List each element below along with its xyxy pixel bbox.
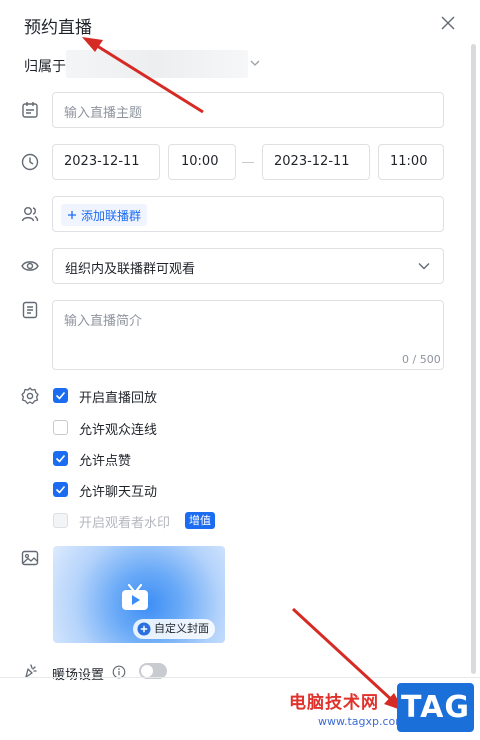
value-added-badge: 增值 bbox=[185, 512, 215, 529]
settings-icon bbox=[21, 387, 39, 405]
end-time-picker[interactable]: 11:00 bbox=[378, 144, 444, 180]
end-time-value: 11:00 bbox=[390, 154, 428, 169]
start-time-picker[interactable]: 10:00 bbox=[168, 144, 236, 180]
watermark-site-name: 电脑技术网 bbox=[289, 693, 379, 713]
intro-placeholder: 输入直播简介 bbox=[64, 314, 143, 329]
intro-textarea[interactable]: 输入直播简介 0 / 500 bbox=[52, 300, 444, 370]
scrollbar[interactable] bbox=[471, 44, 476, 674]
checkbox-likes[interactable] bbox=[53, 451, 68, 466]
plus-icon bbox=[68, 211, 76, 219]
tv-icon bbox=[122, 583, 148, 610]
eye-icon bbox=[21, 261, 39, 271]
check-icon bbox=[55, 391, 66, 400]
checkbox-audience-connect[interactable] bbox=[53, 420, 68, 435]
checkbox-chat[interactable] bbox=[53, 482, 68, 497]
watermark-url: www.tagxp.com bbox=[318, 715, 406, 728]
custom-cover-button[interactable]: 自定义封面 bbox=[133, 619, 215, 639]
check-icon bbox=[55, 485, 66, 494]
add-group-field: 添加联播群 bbox=[52, 196, 444, 232]
close-icon[interactable] bbox=[439, 14, 457, 32]
owner-label: 归属于 bbox=[24, 59, 66, 75]
option-label-likes[interactable]: 允许点赞 bbox=[79, 450, 131, 469]
option-label-viewer-watermark: 开启观看者水印 bbox=[79, 516, 171, 531]
start-date-value: 2023-12-11 bbox=[64, 154, 140, 169]
owner-select[interactable] bbox=[66, 50, 248, 78]
option-label-chat[interactable]: 允许聊天互动 bbox=[79, 481, 157, 500]
visibility-value: 组织内及联播群可观看 bbox=[65, 262, 196, 277]
checkbox-replay[interactable] bbox=[53, 388, 68, 403]
image-icon bbox=[21, 550, 39, 566]
reserve-live-dialog: 预约直播 归属于 输入直播主题 2023-12-11 10:00 2023-12… bbox=[0, 0, 480, 740]
document-icon bbox=[22, 301, 38, 319]
add-group-button[interactable]: 添加联播群 bbox=[61, 204, 148, 226]
topic-placeholder: 输入直播主题 bbox=[64, 106, 143, 121]
start-time-value: 10:00 bbox=[181, 154, 219, 169]
add-group-label: 添加联播群 bbox=[81, 208, 142, 223]
custom-cover-label: 自定义封面 bbox=[154, 622, 209, 635]
plus-circle-icon bbox=[137, 622, 151, 636]
calendar-icon bbox=[22, 102, 38, 118]
option-label-audience-connect[interactable]: 允许观众连线 bbox=[79, 419, 157, 438]
range-separator bbox=[242, 162, 254, 163]
clock-icon bbox=[21, 153, 39, 171]
end-date-picker[interactable]: 2023-12-11 bbox=[262, 144, 370, 180]
chevron-down-icon[interactable] bbox=[249, 58, 261, 68]
dialog-title: 预约直播 bbox=[24, 18, 92, 38]
option-label-replay[interactable]: 开启直播回放 bbox=[79, 387, 157, 406]
intro-counter: 0 / 500 bbox=[402, 353, 441, 366]
end-date-value: 2023-12-11 bbox=[274, 154, 350, 169]
checkbox-viewer-watermark bbox=[53, 513, 68, 528]
visibility-select[interactable]: 组织内及联播群可观看 bbox=[52, 248, 444, 284]
watermark-tag-logo: TAG bbox=[397, 683, 474, 732]
footer-divider bbox=[0, 677, 480, 678]
chevron-down-icon bbox=[418, 263, 430, 270]
warmup-label: 暖场设置 bbox=[52, 668, 105, 683]
topic-input[interactable]: 输入直播主题 bbox=[52, 92, 444, 128]
start-date-picker[interactable]: 2023-12-11 bbox=[52, 144, 160, 180]
users-icon bbox=[21, 207, 39, 222]
check-icon bbox=[55, 454, 66, 463]
